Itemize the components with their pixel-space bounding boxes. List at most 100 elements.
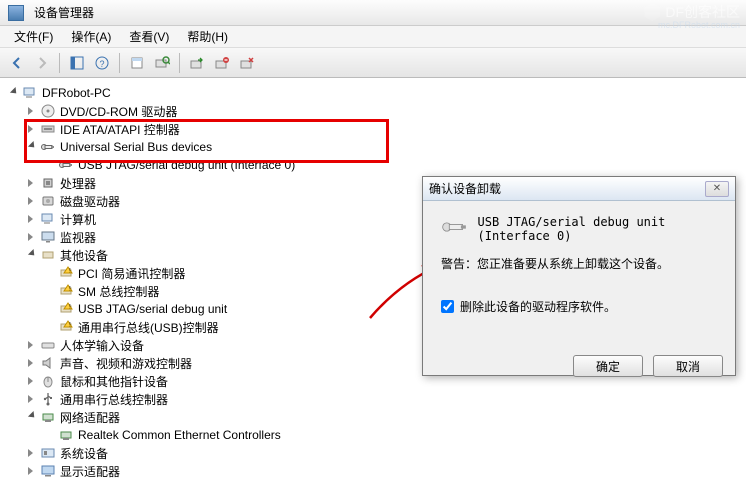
toolbar: ? [0,48,746,78]
tree-node-label: USB JTAG/serial debug unit [78,302,227,316]
tree-arrow-icon[interactable] [26,393,38,405]
hid-icon [40,337,56,353]
scan-hardware-button[interactable] [151,52,173,74]
tree-node[interactable]: Realtek Common Ethernet Controllers [8,426,746,444]
usb-device-icon [441,215,468,239]
back-button[interactable] [6,52,28,74]
pc-icon [22,85,38,101]
tree-node[interactable]: 通用串行总线控制器 [8,390,746,408]
tree-node-label: 计算机 [60,211,96,228]
tree-node-label: PCI 简易通讯控制器 [78,265,185,282]
tree-node-label: DVD/CD-ROM 驱动器 [60,103,177,120]
tree-node-label: 人体学输入设备 [60,337,144,354]
tree-arrow-icon[interactable] [26,213,38,225]
tree-node-label: 显示适配器 [60,463,120,480]
warn-icon: ! [58,301,74,317]
tree-arrow-icon[interactable] [26,465,38,477]
cancel-button[interactable]: 取消 [653,355,723,377]
delete-driver-checkbox[interactable] [441,300,454,313]
confirm-uninstall-dialog: 确认设备卸载 ✕ USB JTAG/serial debug unit (Int… [422,176,736,376]
tree-node-label: 网络适配器 [60,409,120,426]
disk-icon [40,193,56,209]
tree-arrow-icon[interactable] [26,411,38,423]
tree-arrow-icon[interactable] [8,87,20,99]
tree-node-label: DFRobot-PC [42,86,111,100]
monitor-icon [40,229,56,245]
uninstall-button[interactable] [211,52,233,74]
tree-spacer [44,429,56,441]
tree-arrow-icon[interactable] [26,447,38,459]
tree-arrow-icon[interactable] [26,231,38,243]
delete-driver-checkbox-row[interactable]: 删除此设备的驱动程序软件。 [441,298,717,315]
dialog-title: 确认设备卸载 [429,180,501,197]
delete-driver-label: 删除此设备的驱动程序软件。 [460,298,616,315]
tree-arrow-icon[interactable] [26,249,38,261]
svg-text:?: ? [99,59,104,69]
forward-button[interactable] [31,52,53,74]
tree-arrow-icon[interactable] [26,195,38,207]
tree-node[interactable]: 系统设备 [8,444,746,462]
tree-node-label: 鼠标和其他指针设备 [60,373,168,390]
usb-icon [58,157,74,173]
warn-icon: ! [58,319,74,335]
tree-spacer [44,267,56,279]
tree-spacer [44,321,56,333]
tree-node[interactable]: USB JTAG/serial debug unit (Interface 0) [8,156,746,174]
display-icon [40,463,56,479]
tree-node[interactable]: DVD/CD-ROM 驱动器 [8,102,746,120]
tree-node-label: 其他设备 [60,247,108,264]
usb-icon [40,139,56,155]
dialog-close-button[interactable]: ✕ [705,181,729,197]
tree-node-label: IDE ATA/ATAPI 控制器 [60,121,180,138]
tree-node[interactable]: 显示适配器 [8,462,746,480]
tree-node-label: Universal Serial Bus devices [60,140,212,154]
tree-node[interactable]: 网络适配器 [8,408,746,426]
tree-spacer [44,159,56,171]
properties-button[interactable] [126,52,148,74]
tree-node-label: USB JTAG/serial debug unit (Interface 0) [78,158,295,172]
dialog-warning-text: 警告：您正准备要从系统上卸载这个设备。 [441,255,717,272]
menu-action[interactable]: 操作(A) [63,26,119,47]
menu-file[interactable]: 文件(F) [6,26,61,47]
tree-node[interactable]: Universal Serial Bus devices [8,138,746,156]
tree-node-label: 处理器 [60,175,96,192]
help-button[interactable]: ? [91,52,113,74]
app-icon [8,5,24,21]
disc-icon [40,103,56,119]
tree-spacer [44,285,56,297]
pc-icon [40,211,56,227]
tree-node-label: 声音、视频和游戏控制器 [60,355,192,372]
tree-arrow-icon[interactable] [26,339,38,351]
audio-icon [40,355,56,371]
cpu-icon [40,175,56,191]
tree-arrow-icon[interactable] [26,141,38,153]
sys-icon [40,445,56,461]
tree-node[interactable]: DFRobot-PC [8,84,746,102]
tree-arrow-icon[interactable] [26,357,38,369]
menu-help[interactable]: 帮助(H) [179,26,236,47]
warn-icon: ! [58,265,74,281]
disable-button[interactable] [236,52,258,74]
tree-node-label: 磁盘驱动器 [60,193,120,210]
tree-arrow-icon[interactable] [26,123,38,135]
window-title: 设备管理器 [34,4,94,21]
tree-node[interactable]: IDE ATA/ATAPI 控制器 [8,120,746,138]
dialog-device-name: USB JTAG/serial debug unit (Interface 0) [478,215,717,243]
net-icon [58,427,74,443]
tree-node-label: 监视器 [60,229,96,246]
window-titlebar: 设备管理器 [0,0,746,26]
show-hide-tree-button[interactable] [66,52,88,74]
update-driver-button[interactable] [186,52,208,74]
menu-view[interactable]: 查看(V) [121,26,177,47]
net-icon [40,409,56,425]
ide-icon [40,121,56,137]
tree-arrow-icon[interactable] [26,105,38,117]
tree-node-label: SM 总线控制器 [78,283,159,300]
warn-icon: ! [58,283,74,299]
mouse-icon [40,373,56,389]
tree-arrow-icon[interactable] [26,177,38,189]
tree-node-label: 通用串行总线(USB)控制器 [78,319,219,336]
ok-button[interactable]: 确定 [573,355,643,377]
dialog-titlebar: 确认设备卸载 ✕ [423,177,735,201]
tree-arrow-icon[interactable] [26,375,38,387]
